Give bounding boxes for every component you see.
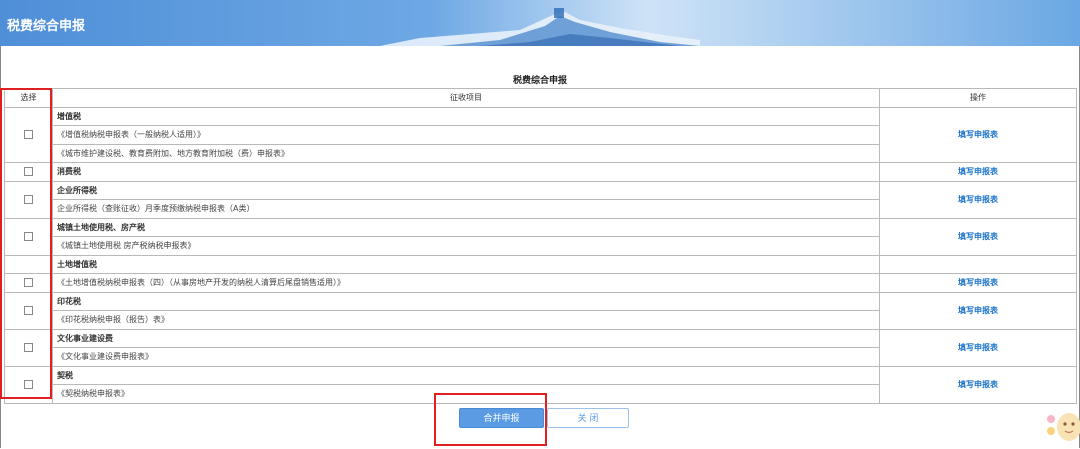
- fill-form-link-vat[interactable]: 填写申报表: [879, 106, 1077, 163]
- tax-category: 印花税: [52, 291, 880, 311]
- table-row: 印花税 填写申报表: [4, 291, 1077, 330]
- tax-category: 企业所得税: [52, 180, 880, 200]
- assistant-mascot-icon[interactable]: [1045, 405, 1080, 445]
- table-row: 《土地增值税纳税申报表（四）（从事房地产开发的纳税人清算后尾盘销售适用）》 填写…: [4, 273, 1077, 293]
- tax-items-table: 选择 征收项目 操作 增值税 填写申报表 《增值税纳税申报表（一般纳税人适用）》…: [4, 88, 1077, 404]
- operation-cell-empty: [879, 254, 1077, 274]
- form-name: 《文化事业建设费申报表》: [52, 347, 880, 367]
- form-name: 企业所得税（查账征收）月季度预缴纳税申报表（A类）: [52, 199, 880, 219]
- column-header-item: 征收项目: [52, 88, 880, 108]
- merge-declare-button[interactable]: 合并申报: [459, 408, 544, 428]
- fill-form-link-cultural-fee[interactable]: 填写申报表: [879, 328, 1077, 367]
- form-name: 《城镇土地使用税 房产税纳税申报表》: [52, 236, 880, 256]
- tax-category: 消费税: [52, 162, 880, 182]
- column-header-operation: 操作: [879, 88, 1077, 108]
- tax-category: 土地增值税: [52, 254, 880, 274]
- table-row: 契税 填写申报表: [4, 365, 1077, 404]
- fill-form-link-corporate-income-tax[interactable]: 填写申报表: [879, 180, 1077, 219]
- great-wall-banner-image: [380, 8, 700, 46]
- table-row: 消费税 填写申报表: [4, 162, 1077, 182]
- table-header-row: 选择 征收项目 操作: [4, 88, 1077, 108]
- fill-form-link-land-property-tax[interactable]: 填写申报表: [879, 217, 1077, 256]
- tax-category: 文化事业建设费: [52, 328, 880, 348]
- tax-category: 城镇土地使用税、房产税: [52, 217, 880, 237]
- table-row: 文化事业建设费 填写申报表: [4, 328, 1077, 367]
- highlight-box-select-column: [0, 88, 52, 399]
- table-row: 增值税 填写申报表: [4, 106, 1077, 163]
- fill-form-link-consumption-tax[interactable]: 填写申报表: [879, 162, 1077, 182]
- table-row: 企业所得税 填写申报表: [4, 180, 1077, 219]
- fill-form-link-land-vat[interactable]: 填写申报表: [879, 273, 1077, 293]
- page-title: 税费综合申报: [512, 76, 567, 86]
- form-name: 《印花税纳税申报（报告）表》: [52, 310, 880, 330]
- header-title: 税费综合申报: [7, 19, 86, 34]
- form-name: 《土地增值税纳税申报表（四）（从事房地产开发的纳税人清算后尾盘销售适用）》: [52, 273, 880, 293]
- tax-category: 增值税: [52, 106, 880, 126]
- close-button[interactable]: 关 闭: [547, 408, 629, 428]
- fill-form-link-deed-tax[interactable]: 填写申报表: [879, 365, 1077, 404]
- form-name: 《增值税纳税申报表（一般纳税人适用）》: [52, 125, 880, 145]
- form-name: 《城市维护建设税、教育费附加、地方教育附加税（费）申报表》: [52, 143, 880, 163]
- page-header: 税费综合申报: [0, 0, 1080, 46]
- table-row: 城镇土地使用税、房产税 填写申报表: [4, 217, 1077, 256]
- fill-form-link-stamp-tax[interactable]: 填写申报表: [879, 291, 1077, 330]
- table-row: 土地增值税: [4, 254, 1077, 274]
- tax-category: 契税: [52, 365, 880, 385]
